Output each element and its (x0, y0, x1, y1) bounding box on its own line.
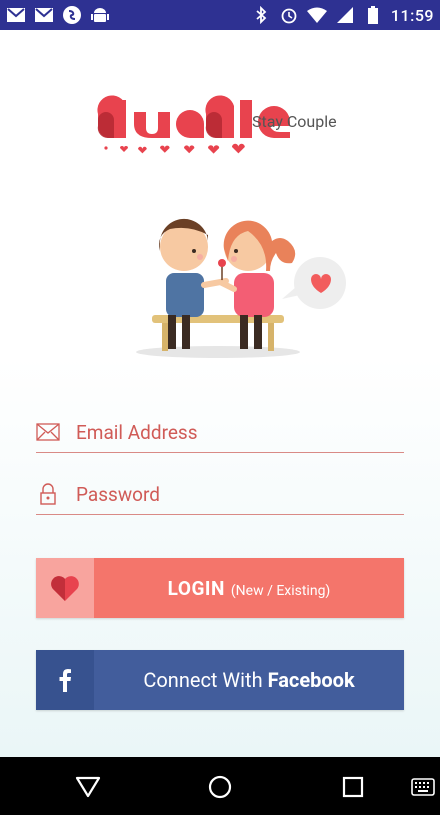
login-label: LOGIN (167, 576, 225, 600)
android-icon (90, 5, 110, 25)
facebook-icon (36, 650, 94, 710)
bluetooth-icon (251, 5, 271, 25)
recents-icon[interactable] (340, 774, 366, 800)
clock: 11:59 (390, 5, 434, 25)
email-field[interactable] (36, 412, 404, 453)
login-button[interactable]: LOGIN (New / Existing) (36, 558, 404, 618)
cell-signal-icon (335, 5, 355, 25)
facebook-label-bold: Facebook (267, 668, 355, 692)
email-input[interactable] (76, 420, 376, 444)
login-sublabel: (New / Existing) (230, 582, 331, 599)
envelope-icon (36, 420, 60, 444)
home-icon[interactable] (207, 774, 233, 800)
couple-illustration (136, 218, 346, 358)
lock-icon (36, 482, 60, 506)
navigation-bar (0, 757, 440, 815)
wifi-icon (306, 5, 327, 25)
alarm-icon (279, 5, 299, 25)
login-screen: Stay Couple Email Address LOGIN (New / E… (0, 30, 440, 757)
tagline: Stay Couple (252, 112, 337, 131)
gmail-icon (34, 5, 54, 25)
facebook-label-prefix: Connect With (143, 668, 268, 692)
status-bar: 11:59 (0, 0, 440, 30)
heart-icon (36, 558, 94, 618)
keyboard-icon[interactable] (410, 774, 436, 800)
shazam-icon (62, 5, 82, 25)
password-field[interactable] (36, 474, 404, 515)
gmail-icon (6, 5, 26, 25)
password-input[interactable] (76, 482, 376, 506)
back-icon[interactable] (75, 774, 101, 800)
connect-facebook-button[interactable]: Connect With Facebook (36, 650, 404, 710)
battery-icon (363, 5, 383, 25)
